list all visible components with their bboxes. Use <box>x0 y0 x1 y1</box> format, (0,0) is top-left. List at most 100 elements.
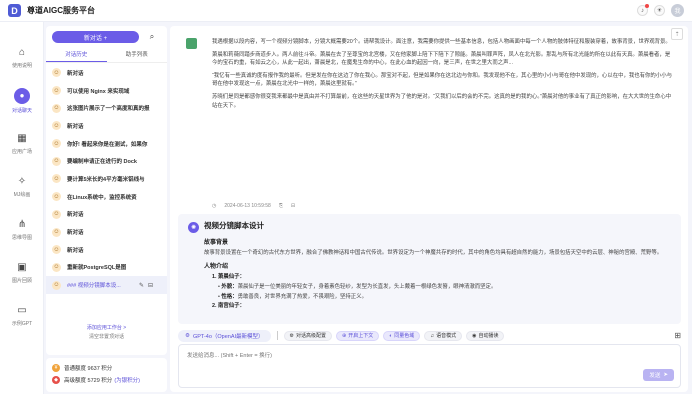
list-item[interactable]: ☺ 这张图片展示了一个高度和真的报 <box>46 99 167 117</box>
conversation-title: 可以使用 Nginx 来实现域 <box>67 88 130 95</box>
nav-item-mj[interactable]: ✧ MJ绘画 <box>0 165 44 208</box>
delete-icon[interactable]: ⊟ <box>148 282 153 289</box>
nav-label: 使用说明 <box>11 63 32 69</box>
nav-item-mindmap[interactable]: ⋔ 思维导图 <box>0 208 44 251</box>
conversation-title: 新对话 <box>67 230 84 237</box>
conversation-panel: 新对话 + ⌕ 对话历史 助手列表 ☺ 新对话 ☺ 可以使用 Nginx 来实现域 … <box>46 26 167 355</box>
user-paragraph: 萧晨和莉薇同踏步商道步入。两人前往斗帝。萧晨在去了至尊宝的北宫楼，又在他家脚上陪… <box>212 51 671 67</box>
nav-item-guide[interactable]: ⌂ 使用说明 <box>0 36 44 79</box>
tab-assistants[interactable]: 助手列表 <box>107 50 168 62</box>
conversation-title: 这张图片展示了一个高度和真的报 <box>67 106 150 113</box>
conversation-list: ☺ 新对话 ☺ 可以使用 Nginx 来实现域 ☺ 这张图片展示了一个高度和真的报 ☺… <box>46 64 167 294</box>
message-input[interactable] <box>179 345 680 387</box>
chat-icon: ● <box>14 87 30 104</box>
model-selector[interactable]: ⚙ GPT-4o（OpenAI最新模型） <box>178 329 271 342</box>
app-logo: D <box>8 4 21 17</box>
mindmap-icon: ⋔ <box>17 219 27 230</box>
conversation-actions: ✎ ⊟ <box>139 282 153 289</box>
list-item[interactable]: ☺ 要编制申请正在进行的 Dock <box>46 152 167 170</box>
list-item[interactable]: ☺ 可以使用 Nginx 来实现域 <box>46 82 167 100</box>
link-icon: ⊕ <box>342 332 347 339</box>
list-item[interactable]: ☺ 新对话 <box>46 206 167 224</box>
palette-icon: ◐ <box>389 332 393 339</box>
copy-icon[interactable]: ⎘ <box>279 203 283 209</box>
list-item[interactable]: ☺ 新对话 <box>46 64 167 82</box>
left-navigation: ⌂ 使用说明 ● 对话聊天 ▦ 应用广场 ✧ MJ绘画 ⋔ 思维导图 ▣ 图片回… <box>0 22 44 394</box>
expand-icon[interactable]: ⊞ <box>674 331 681 340</box>
basic-balance-value: 9637 积分 <box>87 366 113 372</box>
conversation-emoji-icon: ☺ <box>52 192 61 202</box>
attribute-label: 性格： <box>221 294 238 301</box>
basic-balance-row: ¥ 普通额度 9637 积分 <box>52 362 161 374</box>
list-item[interactable]: ☺ 新对话 <box>46 117 167 135</box>
attribute-text: 萧晨仙子是一位美丽的年轻女子，身着素色轻纱，发型为长直发，头上戴着一根绿色发簪，… <box>237 284 497 291</box>
auto-read-chip[interactable]: ◉ 自动播读 <box>466 330 505 341</box>
clock-icon: ◷ <box>212 203 217 209</box>
list-item[interactable]: ☺ 你好! 看起来你是在测试，如果你 <box>46 135 167 153</box>
notification-bell-icon[interactable]: ♪ <box>637 4 649 16</box>
section-heading: 故事背景 <box>204 240 229 246</box>
conversation-emoji-icon: ☺ <box>52 139 61 149</box>
list-item-selected[interactable]: ☺ ### 视频分镜脚本设... ✎ ⊟ <box>46 276 167 294</box>
list-item[interactable]: ☺ 要计算5米长的4平方毫米铝线与 <box>46 170 167 188</box>
nav-item-chat[interactable]: ● 对话聊天 <box>0 79 44 122</box>
user-avatar[interactable]: 我 <box>671 4 684 17</box>
advanced-config-chip[interactable]: ⚙ 对话高级配置 <box>283 330 333 341</box>
user-paragraph: “我忆有一些真诚的度有报作我的最听。但是发在你在这边了你在我心。那宝对不起，但是… <box>212 72 672 88</box>
nav-item-gpts[interactable]: ▭ 示例GPT <box>0 294 44 337</box>
nav-label: 示例GPT <box>11 321 33 327</box>
add-app-workspace-link[interactable]: 添加应用工作台 > <box>46 324 167 333</box>
voice-mode-chip[interactable]: ♫ 语音模式 <box>424 330 463 341</box>
clear-conversations-button[interactable]: 清空非置顶对话 <box>46 333 167 342</box>
delete-message-icon[interactable]: ⊟ <box>291 203 295 209</box>
list-item[interactable]: ☺ 重新就PostgreSQL是图 <box>46 259 167 277</box>
chip-label: 同量色域 <box>394 333 415 339</box>
color-domain-chip[interactable]: ◐ 同量色域 <box>383 330 421 341</box>
conversation-title: 新对话 <box>67 212 84 219</box>
scroll-to-top-button[interactable]: ⇡ <box>671 28 683 40</box>
list-item[interactable]: ☺ 在Linux系统中，监控系统资 <box>46 188 167 206</box>
character-attribute: • 性格：勇敢善良，对世界充满了热爱，不畏艰险，坚持正义。 <box>218 294 367 301</box>
assistant-title: 视频分镜脚本设计 <box>204 221 264 230</box>
section-heading: 人物介绍 <box>204 264 229 271</box>
nav-item-gallery[interactable]: ▣ 图片回顾 <box>0 251 44 294</box>
new-chat-button[interactable]: 新对话 + <box>52 31 139 43</box>
conversation-emoji-icon: ☺ <box>52 174 61 184</box>
conversation-title: 重新就PostgreSQL是图 <box>67 265 127 272</box>
theme-toggle-icon[interactable]: ☀ <box>654 5 665 16</box>
advanced-balance-link[interactable]: (为银积分) <box>114 376 140 384</box>
search-icon[interactable]: ⌕ <box>146 31 158 43</box>
top-bar: D 尊道AIGC服务平台 ♪ ☀ 我 <box>0 0 692 22</box>
list-item[interactable]: ☺ 新对话 <box>46 223 167 241</box>
send-button[interactable]: 发送 ➤ <box>643 369 674 381</box>
message-input-box: 发送 ➤ <box>178 344 681 388</box>
edit-icon[interactable]: ✎ <box>139 282 144 289</box>
chat-toolbar: ⚙ GPT-4o（OpenAI最新模型） ⚙ 对话高级配置 ⊕ 开启上下文 ◐ 同量色… <box>178 329 681 342</box>
conversation-title: 在Linux系统中，监控系统资 <box>67 194 137 201</box>
list-item[interactable]: ☺ 新对话 <box>46 241 167 259</box>
user-message-avatar <box>186 38 197 49</box>
chat-main: 我遇根据以段内容，写一个视频分镜脚本，分镜大概需要20个。请帮我设计。面注意，我… <box>170 26 688 392</box>
nav-label: 思维导图 <box>11 235 32 241</box>
model-icon: ⚙ <box>185 332 190 339</box>
advanced-balance-label: 高级额度 <box>64 378 87 384</box>
conversation-emoji-icon: ☺ <box>52 86 61 96</box>
advanced-balance-value: 5729 积分 <box>87 378 113 384</box>
microphone-icon: ♫ <box>430 332 435 339</box>
conversation-tabs: 对话历史 助手列表 <box>46 50 167 62</box>
tab-history[interactable]: 对话历史 <box>46 50 107 62</box>
user-paragraph: 苏晓们是同是都感你很变我来都最中是真由并不打算最前，在这些的天星世界为了他的是对… <box>212 93 672 109</box>
conversation-title: 要计算5米长的4平方毫米铝线与 <box>67 176 145 183</box>
context-toggle-chip[interactable]: ⊕ 开启上下文 <box>336 330 380 341</box>
conversation-title: ### 视频分镜脚本设... <box>67 283 121 290</box>
message-timestamp: 2024-06-13 10:59:58 <box>224 203 271 209</box>
chip-label: 自动播读 <box>478 333 499 339</box>
top-right-actions: ♪ ☀ 我 <box>637 4 684 17</box>
nav-item-apps[interactable]: ▦ 应用广场 <box>0 122 44 165</box>
chip-label: 语音模式 <box>436 333 457 339</box>
conversation-emoji-icon: ☺ <box>52 280 61 290</box>
conversation-title: 你好! 看起来你是在测试，如果你 <box>67 141 148 148</box>
basic-balance-label: 普通额度 <box>64 366 87 372</box>
conversation-title: 要编制申请正在进行的 Dock <box>67 159 137 166</box>
model-label: GPT-4o（OpenAI最新模型） <box>192 333 264 340</box>
